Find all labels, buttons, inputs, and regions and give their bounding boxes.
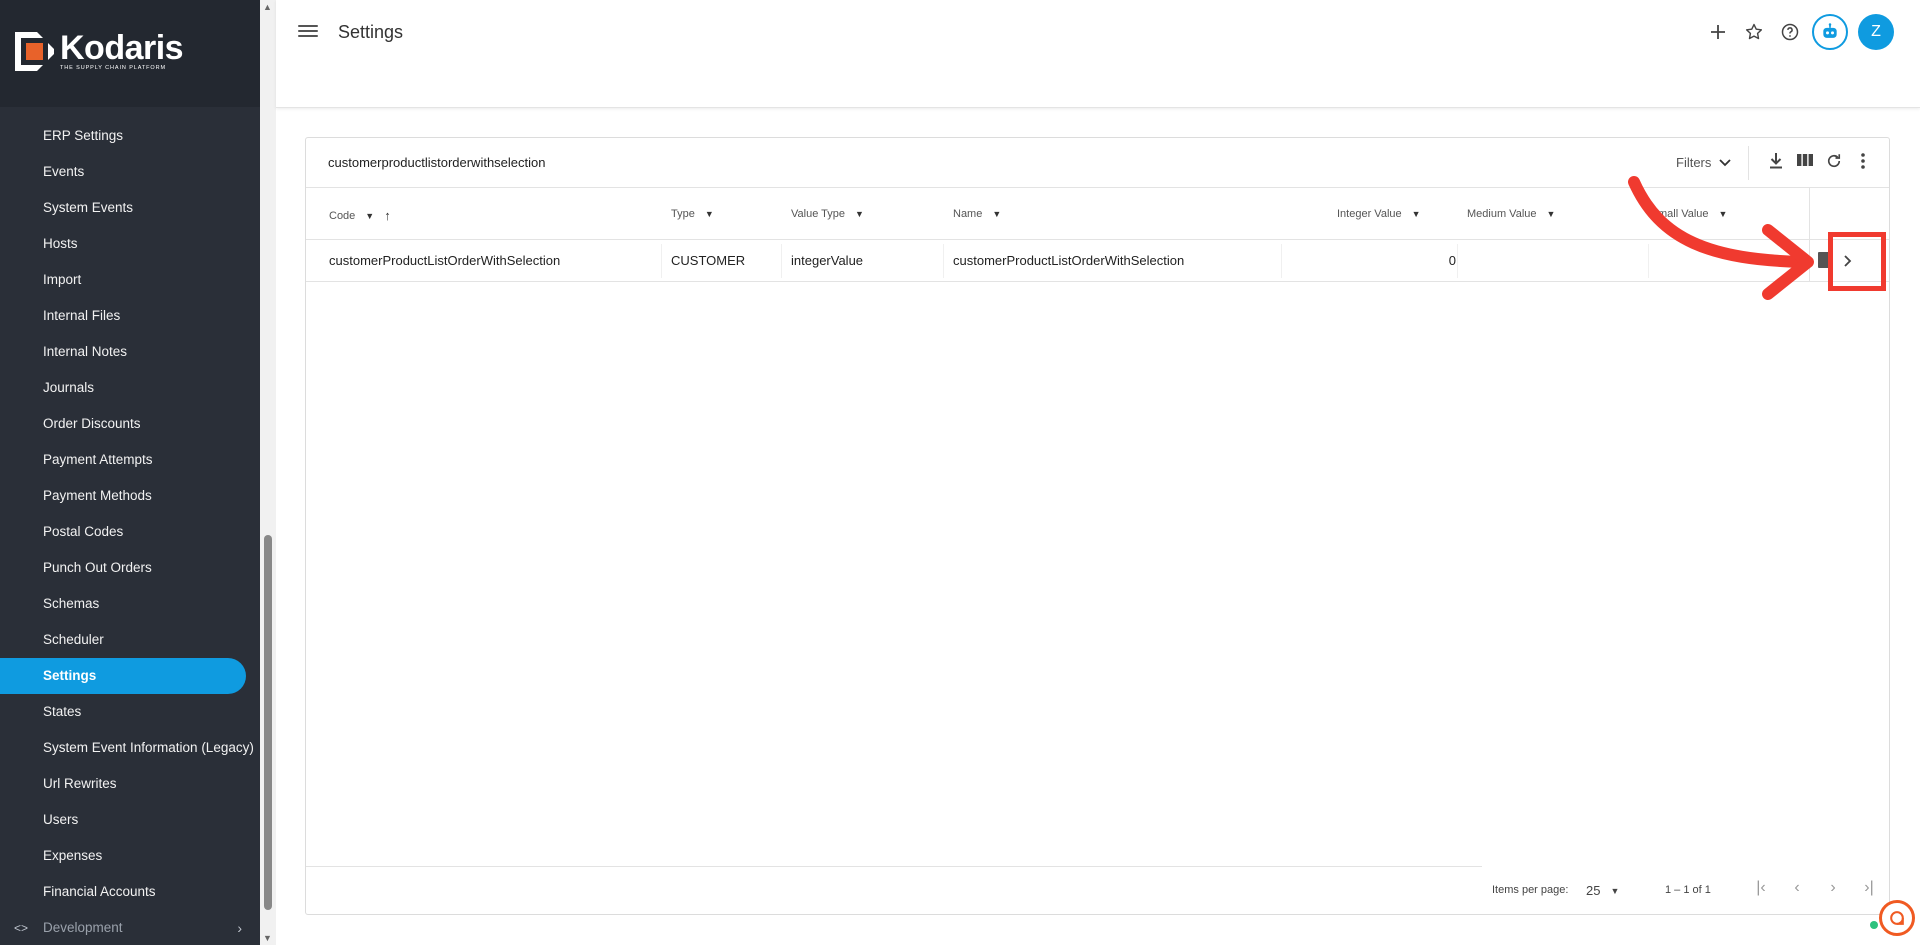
sidebar-item-url-rewrites[interactable]: Url Rewrites [0, 766, 260, 802]
code-icon: <> [14, 921, 29, 935]
column-header-type[interactable]: Type ▼ [671, 208, 714, 220]
column-header-name[interactable]: Name ▼ [953, 208, 1001, 220]
sidebar-item-financial-accounts[interactable]: Financial Accounts [0, 874, 260, 910]
sidebar-item-payment-attempts[interactable]: Payment Attempts [0, 442, 260, 478]
cell-code: customerProductListOrderWithSelection [329, 253, 561, 268]
column-label: Type [671, 208, 695, 220]
sidebar-item-hosts[interactable]: Hosts [0, 226, 260, 262]
sidebar-nav: ERP Settings Events System Events Hosts … [0, 118, 260, 946]
first-page-icon[interactable]: |‹ [1743, 879, 1779, 897]
last-page-icon[interactable]: ›| [1851, 879, 1887, 897]
page-size-select[interactable]: 25 ▼ [1586, 883, 1619, 898]
scroll-down-arrow-icon[interactable]: ▼ [263, 933, 272, 943]
caret-down-icon[interactable]: ▼ [705, 209, 714, 219]
sidebar-item-order-discounts[interactable]: Order Discounts [0, 406, 260, 442]
sidebar-item-states[interactable]: States [0, 694, 260, 730]
pagination-buttons: |‹ ‹ › ›| [1743, 879, 1887, 897]
logo-tagline: THE SUPPLY CHAIN PLATFORM [60, 65, 166, 71]
column-label: Medium Value [1467, 208, 1537, 220]
top-bar: Settings Z [276, 0, 1920, 108]
sidebar-item-internal-notes[interactable]: Internal Notes [0, 334, 260, 370]
cell-integer-value: 0 [1448, 253, 1456, 268]
scroll-up-arrow-icon[interactable]: ▲ [263, 2, 272, 12]
caret-down-icon[interactable]: ▼ [1412, 209, 1421, 219]
sort-ascending-icon[interactable]: ↑ [384, 208, 391, 223]
annotation-arrow [1628, 176, 1814, 300]
online-status-dot [1870, 921, 1878, 929]
column-header-integer-value[interactable]: Integer Value ▼ [1337, 208, 1421, 220]
sidebar-item-system-event-information[interactable]: System Event Information (Legacy) [0, 730, 260, 766]
sidebar-item-payment-methods[interactable]: Payment Methods [0, 478, 260, 514]
cell-name: customerProductListOrderWithSelection [953, 253, 1185, 268]
kodaris-logo-icon [15, 32, 54, 71]
annotation-highlight-box [1828, 232, 1886, 291]
sidebar-item-label: Development [43, 920, 123, 935]
sidebar-item-postal-codes[interactable]: Postal Codes [0, 514, 260, 550]
more-vert-icon[interactable] [1848, 152, 1877, 170]
caret-down-icon[interactable]: ▼ [855, 209, 864, 219]
cell-divider [1281, 244, 1282, 278]
next-page-icon[interactable]: › [1815, 879, 1851, 897]
help-icon[interactable] [1772, 14, 1808, 50]
sidebar-header: Kodaris THE SUPPLY CHAIN PLATFORM [0, 0, 260, 107]
caret-down-icon: ▼ [1610, 885, 1620, 896]
sidebar-scrollbar[interactable]: ▲ ▼ [260, 0, 276, 945]
caret-down-icon[interactable]: ▼ [1547, 209, 1556, 219]
caret-down-icon[interactable]: ▼ [365, 211, 374, 221]
sidebar-item-settings[interactable]: Settings [0, 658, 246, 694]
cell-value-type: integerValue [791, 253, 864, 268]
star-icon[interactable] [1736, 14, 1772, 50]
cell-type: CUSTOMER [671, 253, 746, 268]
sidebar-item-import[interactable]: Import [0, 262, 260, 298]
page-title: Settings [338, 22, 404, 42]
column-label: Code [329, 209, 356, 222]
cell-divider [661, 244, 662, 278]
top-actions: Z [1700, 14, 1894, 50]
sidebar-item-punch-out-orders[interactable]: Punch Out Orders [0, 550, 260, 586]
bot-icon[interactable] [1812, 14, 1848, 50]
sidebar-item-erp-settings[interactable]: ERP Settings [0, 118, 260, 154]
sidebar-item-journals[interactable]: Journals [0, 370, 260, 406]
paginator: Items per page: 25 ▼ 1 – 1 of 1 |‹ ‹ › ›… [306, 868, 1889, 914]
column-label: Value Type [791, 208, 846, 220]
sidebar-item-schemas[interactable]: Schemas [0, 586, 260, 622]
sidebar-item-development[interactable]: <> Development › [0, 910, 260, 946]
scroll-thumb[interactable] [264, 535, 272, 910]
add-icon[interactable] [1700, 14, 1736, 50]
search-input[interactable]: customerproductlistorderwithselection [328, 155, 545, 170]
column-label: Name [953, 208, 983, 220]
paginator-divider [306, 866, 1482, 867]
column-header-code[interactable]: Code ▼ ↑ [329, 208, 391, 223]
previous-page-icon[interactable]: ‹ [1779, 879, 1815, 897]
sidebar: Kodaris THE SUPPLY CHAIN PLATFORM ERP Se… [0, 0, 260, 945]
items-per-page-label: Items per page: [1492, 884, 1569, 896]
sidebar-item-users[interactable]: Users [0, 802, 260, 838]
kodaris-logo[interactable]: Kodaris THE SUPPLY CHAIN PLATFORM [15, 29, 184, 71]
sidebar-item-system-events[interactable]: System Events [0, 190, 260, 226]
sidebar-item-events[interactable]: Events [0, 154, 260, 190]
cell-divider [1457, 244, 1458, 278]
avatar[interactable]: Z [1858, 14, 1894, 50]
menu-icon[interactable] [298, 22, 318, 42]
sidebar-item-internal-files[interactable]: Internal Files [0, 298, 260, 334]
page-size-value: 25 [1586, 883, 1601, 898]
logo-wordmark: Kodaris [60, 29, 184, 67]
chat-widget-icon[interactable] [1879, 900, 1915, 936]
column-header-medium-value[interactable]: Medium Value ▼ [1467, 208, 1555, 220]
column-header-value-type[interactable]: Value Type ▼ [791, 208, 864, 220]
sidebar-item-scheduler[interactable]: Scheduler [0, 622, 260, 658]
cell-divider [943, 244, 944, 278]
cell-divider [781, 244, 782, 278]
column-label: Integer Value [1337, 208, 1402, 220]
chevron-right-icon: › [237, 920, 242, 936]
page-range-label: 1 – 1 of 1 [1665, 884, 1711, 896]
caret-down-icon[interactable]: ▼ [992, 209, 1001, 219]
sidebar-item-expenses[interactable]: Expenses [0, 838, 260, 874]
